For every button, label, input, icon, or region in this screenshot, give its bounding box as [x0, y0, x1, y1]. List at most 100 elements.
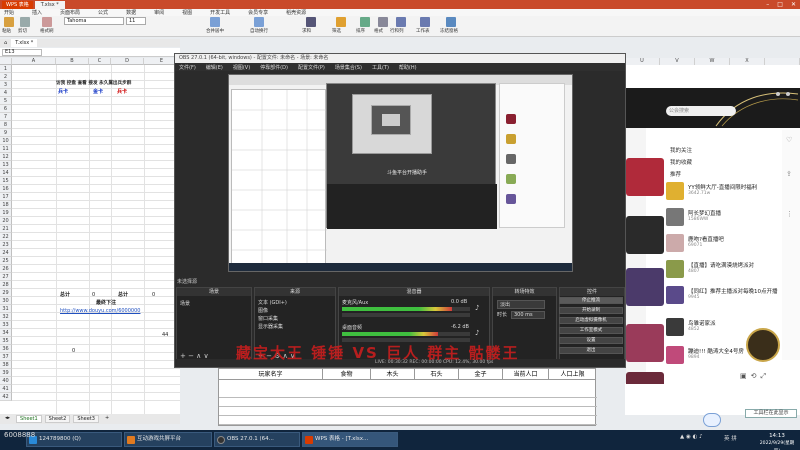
- row-header[interactable]: 10: [0, 137, 12, 145]
- document-tab-active[interactable]: T.xlsx *: [11, 39, 38, 47]
- row-header[interactable]: 39: [0, 369, 12, 377]
- grid-row[interactable]: [12, 337, 180, 345]
- sheet-tab[interactable]: Sheet3: [73, 415, 99, 423]
- ribbon-tab[interactable]: 公式: [98, 9, 108, 16]
- source-item[interactable]: 图像: [258, 307, 268, 314]
- grid-row[interactable]: [12, 209, 180, 217]
- sort-icon[interactable]: [360, 17, 370, 27]
- column-header[interactable]: V: [660, 58, 695, 65]
- grid-row[interactable]: [12, 353, 180, 361]
- row-header[interactable]: 5: [0, 97, 12, 105]
- feed-item[interactable]: 【直播】请吃满漠烧烤派对 4807: [666, 260, 794, 282]
- streamer-thumbnail[interactable]: [626, 268, 664, 306]
- row-header[interactable]: 15: [0, 177, 12, 185]
- rows-cols-icon[interactable]: [396, 17, 406, 27]
- refresh-icon[interactable]: ⟲: [751, 372, 757, 381]
- streamer-thumbnail[interactable]: [626, 324, 664, 362]
- row-header[interactable]: 29: [0, 289, 12, 297]
- row-header[interactable]: 12: [0, 153, 12, 161]
- stop-stream-button[interactable]: 停止推流: [559, 297, 623, 304]
- grid-row[interactable]: [12, 369, 180, 377]
- column-header[interactable]: C: [89, 58, 111, 65]
- source-item[interactable]: 显示器采集: [258, 323, 283, 330]
- grid-row[interactable]: [12, 361, 180, 369]
- ribbon-tab[interactable]: 开始: [4, 9, 14, 16]
- search-input[interactable]: 公会搜索: [666, 106, 736, 116]
- ribbon-tab[interactable]: 页面布局: [60, 9, 80, 16]
- paste-icon[interactable]: [4, 17, 14, 27]
- grid-row[interactable]: [12, 257, 180, 265]
- name-box[interactable]: E13: [2, 49, 42, 56]
- input-method[interactable]: 英 拼: [724, 434, 737, 442]
- menu-item[interactable]: 工具(T): [372, 64, 389, 71]
- taskbar-item[interactable]: 互动游戏共屏平台: [124, 432, 212, 447]
- chat-bubble-icon[interactable]: [703, 413, 721, 427]
- column-header[interactable]: D: [111, 58, 144, 65]
- column-header[interactable]: U: [625, 58, 660, 65]
- ribbon-tab[interactable]: 审阅: [154, 9, 164, 16]
- row-header[interactable]: 2: [0, 73, 12, 81]
- settings-button[interactable]: 设置: [559, 337, 623, 344]
- grid-row[interactable]: [12, 185, 180, 193]
- grid-row[interactable]: [12, 193, 180, 201]
- row-header[interactable]: 11: [0, 145, 12, 153]
- grid-row[interactable]: [12, 281, 180, 289]
- row-header[interactable]: 14: [0, 169, 12, 177]
- grid-row[interactable]: [12, 137, 180, 145]
- row-header[interactable]: 31: [0, 305, 12, 313]
- menu-item[interactable]: 帮助(H): [399, 64, 417, 71]
- grid-row[interactable]: [12, 177, 180, 185]
- tray-icons[interactable]: ▲ ◉ ◐ ♪: [680, 434, 703, 440]
- speaker-icon[interactable]: ♪: [475, 329, 479, 337]
- column-header[interactable]: W: [695, 58, 730, 65]
- obs-preview[interactable]: 斗鱼平台开播助手: [228, 74, 573, 272]
- feed-item[interactable]: 鹿吻?看直播吧 69071: [666, 234, 794, 256]
- row-header[interactable]: 32: [0, 313, 12, 321]
- row-header[interactable]: 33: [0, 321, 12, 329]
- grid-row[interactable]: [12, 65, 180, 73]
- share-icon[interactable]: ⇪: [786, 170, 792, 178]
- duration-input[interactable]: 300 ms: [511, 311, 545, 319]
- guild-badge-icon[interactable]: [746, 328, 780, 362]
- nav-item[interactable]: 我的收藏: [670, 158, 692, 166]
- speaker-icon[interactable]: ♪: [475, 304, 479, 312]
- camera-icon[interactable]: ▣: [740, 372, 747, 381]
- sheet-tab[interactable]: Sheet1: [16, 415, 42, 423]
- feed-item[interactable]: 阿长梦幻直播 1586WW: [666, 208, 794, 230]
- row-header[interactable]: 25: [0, 257, 12, 265]
- row-header[interactable]: 42: [0, 393, 12, 401]
- menu-item[interactable]: 编辑(E): [206, 64, 223, 71]
- merge-center-icon[interactable]: [210, 17, 220, 27]
- document-tab[interactable]: T.xlsx *: [34, 0, 65, 9]
- grid-row[interactable]: [12, 233, 180, 241]
- sum-icon[interactable]: [306, 17, 316, 27]
- row-header[interactable]: 9: [0, 129, 12, 137]
- ribbon-tab[interactable]: 会员专享: [248, 9, 268, 16]
- grid-row[interactable]: [12, 153, 180, 161]
- row-header[interactable]: 8: [0, 121, 12, 129]
- grid-row[interactable]: [12, 385, 180, 393]
- row-header[interactable]: 41: [0, 385, 12, 393]
- tab-home-icon[interactable]: ⌂: [0, 39, 11, 47]
- grid-row[interactable]: [12, 225, 180, 233]
- row-header[interactable]: 3: [0, 81, 12, 89]
- row-header[interactable]: 21: [0, 225, 12, 233]
- row-header[interactable]: 20: [0, 217, 12, 225]
- maximize-icon[interactable]: □: [777, 1, 783, 8]
- column-header[interactable]: B: [56, 58, 89, 65]
- grid-row[interactable]: [12, 377, 180, 385]
- row-header[interactable]: 37: [0, 353, 12, 361]
- grid-row[interactable]: [12, 265, 180, 273]
- ribbon-tab[interactable]: 稻壳资源: [286, 9, 306, 16]
- grid-row[interactable]: [12, 97, 180, 105]
- row-header[interactable]: 38: [0, 361, 12, 369]
- close-icon[interactable]: ✕: [791, 1, 796, 8]
- grid-row[interactable]: [12, 129, 180, 137]
- menu-item[interactable]: 配置文件(P): [298, 64, 325, 71]
- streamer-thumbnail[interactable]: [626, 158, 664, 196]
- grid-row[interactable]: [12, 161, 180, 169]
- row-header[interactable]: 34: [0, 329, 12, 337]
- row-header[interactable]: 27: [0, 273, 12, 281]
- row-header[interactable]: 24: [0, 249, 12, 257]
- streamer-thumbnail[interactable]: [626, 372, 664, 384]
